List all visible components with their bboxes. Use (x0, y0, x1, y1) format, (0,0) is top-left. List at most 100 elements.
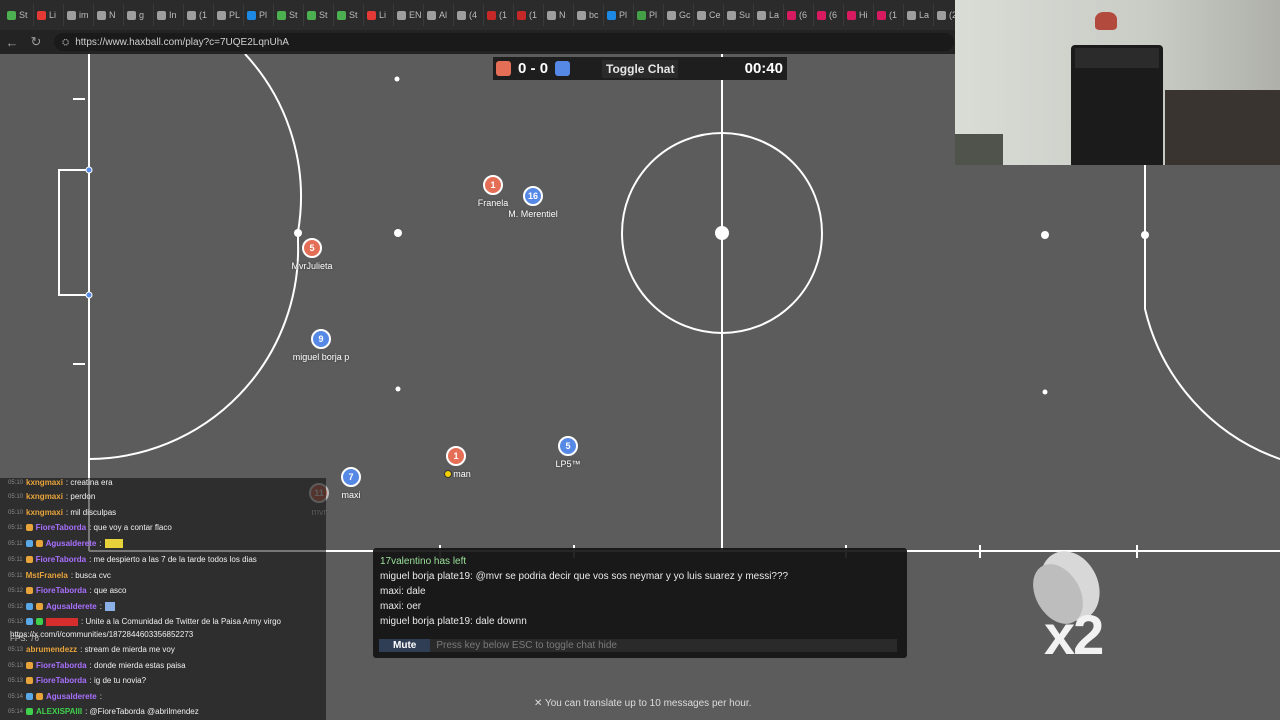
player-disc: 1 (446, 446, 466, 466)
address-bar: ← ↻ ⛭ https://www.haxball.com/play?c=7UQ… (0, 30, 955, 54)
tab-label: Li (379, 10, 387, 20)
browser-tab[interactable]: Al (424, 4, 454, 26)
stream-chat-line: 05:13 abrumendezz: stream de mierda me vo… (8, 645, 175, 654)
player-disc: 16 (523, 186, 543, 206)
tab-label: La (919, 10, 930, 20)
browser-tab[interactable]: St (4, 4, 34, 26)
stream-chat-line: 05:10 kxngmaxi: creatina era (8, 478, 113, 487)
tab-label: EN (409, 10, 422, 20)
browser-tab[interactable]: EN (394, 4, 424, 26)
tab-label: (6 (829, 10, 838, 20)
tab-favicon-icon (697, 10, 706, 20)
player-name: maxi (341, 490, 361, 500)
browser-tab[interactable]: Pl (634, 4, 664, 26)
multiplier-overlay: x2 (1044, 603, 1104, 666)
tab-label: St (19, 10, 28, 20)
mute-button[interactable]: Mute (379, 639, 431, 652)
tab-label: (1 (199, 10, 208, 20)
tab-favicon-icon (217, 10, 226, 20)
browser-tab[interactable]: (1 (874, 4, 904, 26)
stream-chat-line: 05:10 kxngmaxi: mil disculpas (8, 508, 117, 517)
tab-label: Hi (859, 10, 868, 20)
tab-label: Li (49, 10, 57, 20)
browser-tab[interactable]: im (64, 4, 94, 26)
browser-tab[interactable]: (2 (934, 4, 955, 26)
tab-favicon-icon (67, 10, 76, 20)
chat-message: miguel borja plate19: @mvr se podria dec… (380, 571, 789, 582)
toggle-chat-button[interactable]: Toggle Chat (602, 59, 679, 78)
tab-favicon-icon (787, 10, 796, 20)
chat-message: maxi: dale (380, 586, 426, 597)
browser-tab[interactable]: St (334, 4, 364, 26)
webcam-feed (955, 0, 1280, 165)
browser-tab[interactable]: Hi (844, 4, 874, 26)
tab-favicon-icon (397, 10, 406, 20)
player-name: M. Merentiel (508, 209, 558, 219)
url-field[interactable]: ⛭ https://www.haxball.com/play?c=7UQE2Lq… (54, 33, 954, 51)
blue-score: 0 (539, 60, 549, 77)
site-info-icon[interactable]: ⛭ (62, 37, 69, 48)
match-timer: 00:40 (744, 60, 783, 77)
browser-tab[interactable]: PL (214, 4, 244, 26)
browser-tab[interactable]: Li (364, 4, 394, 26)
tab-label: Pl (649, 10, 658, 20)
back-arrow-icon[interactable]: ← (0, 30, 24, 54)
browser-tab[interactable]: In (154, 4, 184, 26)
tab-label: N (559, 10, 566, 20)
tab-favicon-icon (277, 10, 286, 20)
stream-chat-line: 05:11 FioreTaborda: que voy a contar flac… (8, 523, 172, 532)
badge-icon (26, 618, 34, 625)
chat-message: miguel borja plate19: dale downn (380, 616, 527, 627)
stream-chat-line: 05:13 FioreTaborda: donde mierda estas pa… (8, 661, 186, 670)
tab-favicon-icon (97, 10, 106, 20)
browser-tab[interactable]: (6 (784, 4, 814, 26)
tab-favicon-icon (427, 10, 436, 20)
browser-tab[interactable]: St (304, 4, 334, 26)
player-name: LP5™ (555, 459, 581, 469)
browser-tab[interactable]: Pl (604, 4, 634, 26)
browser-tab[interactable]: Su (724, 4, 754, 26)
tab-label: Pl (619, 10, 628, 20)
player-disc: 5 (302, 238, 322, 258)
browser-tab[interactable]: St (274, 4, 304, 26)
browser-tab[interactable]: (1 (514, 4, 544, 26)
blue-team-indicator (555, 61, 571, 76)
tab-favicon-icon (367, 10, 376, 20)
sub-badge-icon (25, 524, 33, 531)
reload-icon[interactable]: ↻ (24, 30, 48, 54)
badge-icon (26, 603, 34, 610)
browser-tab[interactable]: (1 (184, 4, 214, 26)
browser-tab[interactable]: N (94, 4, 124, 26)
stream-chat-line: 05:12 Agusalderete: (8, 602, 115, 611)
browser-tab[interactable]: (1 (484, 4, 514, 26)
browser-tab[interactable]: Ce (694, 4, 724, 26)
stream-chat-line: 05:14 Agusalderete: (8, 692, 102, 701)
browser-tab[interactable]: La (904, 4, 934, 26)
browser-tab[interactable]: bc (574, 4, 604, 26)
browser-tab[interactable]: La (754, 4, 784, 26)
badge-icon (25, 540, 33, 547)
game-chat-panel: 17valentino has left miguel borja plate1… (373, 548, 907, 658)
tab-favicon-icon (757, 10, 766, 20)
browser-tab[interactable]: N (544, 4, 574, 26)
score-separator: - (530, 60, 536, 77)
browser-tab[interactable]: Gc (664, 4, 694, 26)
tab-label: Pl (259, 10, 268, 20)
redacted-username (46, 617, 79, 626)
player-name: MvrJulieta (291, 261, 333, 271)
fps-counter: FPS: 76 (10, 634, 39, 643)
browser-tab-strip: St Li im Ng In (1 PL Pl St St St Li EN Al (4 (1 (1 Nbc Pl P… (0, 0, 955, 30)
chat-input[interactable]: Press key below ESC to toggle chat hide (436, 640, 617, 651)
browser-tab[interactable]: Li (34, 4, 64, 26)
browser-tab[interactable]: (4 (454, 4, 484, 26)
tab-favicon-icon (247, 10, 256, 20)
tab-label: In (169, 10, 177, 20)
player-disc: 9 (311, 329, 331, 349)
browser-tab[interactable]: Pl (244, 4, 274, 26)
browser-tab[interactable]: g (124, 4, 154, 26)
sub-badge-icon (26, 662, 34, 669)
browser-tab[interactable]: (6 (814, 4, 844, 26)
tab-favicon-icon (877, 10, 886, 20)
tab-favicon-icon (157, 10, 166, 20)
stream-chat-line: 05:11 FioreTaborda: me despierto a las 7 … (8, 555, 257, 564)
